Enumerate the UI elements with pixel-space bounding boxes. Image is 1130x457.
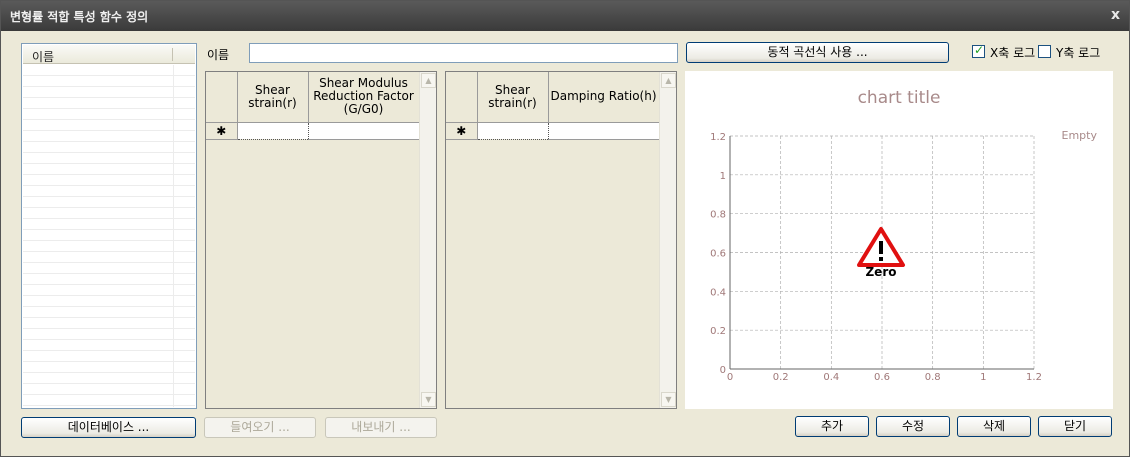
warning-exclamation-bar [879,241,883,254]
damping-strain-cell[interactable] [476,121,549,140]
x-log-check-box[interactable]: ✓ [972,43,985,58]
dynamic-curve-button[interactable]: 동적 곡선식 사용 ... [686,42,949,63]
x-tick-label: 0.8 [925,372,941,383]
warning-exclamation-dot [879,257,883,261]
name-list[interactable]: 이름 [21,43,197,409]
y-tick-label: 0.8 [710,210,726,221]
damping-ratio-header[interactable]: Damping Ratio(h) [548,72,660,123]
database-button[interactable]: 데이터베이스 ... [21,417,196,438]
x-tick-label: 1 [980,372,986,383]
title-bar[interactable]: 변형률 적합 특성 함수 정의 x [1,1,1129,31]
warning-label: Zero [865,265,896,279]
modulus-grid-scrollbar[interactable]: ▲ ▼ [419,72,436,408]
modify-button[interactable]: 수정 [876,416,950,437]
y-tick-label: 0.2 [710,326,726,337]
modulus-factor-header[interactable]: Shear Modulus Reduction Factor (G/G0) [308,72,420,123]
column-divider[interactable] [172,48,173,61]
window-title: 변형률 적합 특성 함수 정의 [10,10,149,24]
grid-corner [206,72,238,123]
chart-title: chart title [857,88,941,108]
x-tick-label: 0.6 [874,372,890,383]
x-tick-label: 0.4 [823,372,839,383]
y-tick-label: 0.6 [710,249,726,260]
add-button[interactable]: 추가 [795,416,869,437]
modulus-strain-header[interactable]: Shear strain(r) [237,72,309,123]
name-label: 이름 [207,48,230,62]
scroll-down-icon[interactable]: ▼ [661,392,676,407]
modulus-factor-cell[interactable] [308,122,420,140]
new-row-marker[interactable]: ✱ [446,122,478,140]
list-header[interactable]: 이름 [23,45,195,64]
name-input[interactable] [249,43,678,63]
new-row-marker[interactable]: ✱ [206,122,238,140]
y-log-check-box[interactable] [1038,45,1051,58]
damping-ratio-cell[interactable] [548,122,660,140]
list-header-label: 이름 [32,50,55,64]
x-tick-label: 0 [727,372,733,383]
damping-strain-header[interactable]: Shear strain(r) [477,72,549,123]
chart-empty-legend: Empty [1061,129,1097,142]
dialog-window: 변형률 적합 특성 함수 정의 x 이름 이름 동적 곡선식 사용 ... ✓ … [0,0,1130,457]
scroll-up-icon[interactable]: ▲ [421,73,436,88]
x-tick-label: 1.2 [1026,372,1042,383]
y-tick-label: 1.2 [710,132,726,143]
y-tick-label: 0 [720,365,726,376]
delete-button[interactable]: 삭제 [957,416,1031,437]
x-log-label: X축 로그 [990,46,1036,60]
damping-grid-scrollbar[interactable]: ▲ ▼ [659,72,676,408]
scroll-up-icon[interactable]: ▲ [661,73,676,88]
scroll-down-icon[interactable]: ▼ [421,392,436,407]
list-rows[interactable] [23,65,195,407]
y-tick-label: 0.4 [710,287,726,298]
check-mark-icon: ✓ [974,43,985,57]
close-icon[interactable]: x [1111,7,1120,23]
chart-plot: 0 0.2 0.4 0.6 0.8 1 1.2 0 0.2 0.4 0.6 0.8 1 1.2 Zero [710,132,1042,383]
grid-corner [446,72,478,123]
import-button[interactable]: 들여오기 ... [204,417,316,438]
modulus-strain-cell[interactable] [236,121,309,140]
modulus-grid[interactable]: Shear strain(r) Shear Modulus Reduction … [205,71,437,409]
damping-grid[interactable]: Shear strain(r) Damping Ratio(h) ✱ ▲ ▼ [445,71,677,409]
y-log-label: Y축 로그 [1056,46,1101,60]
chart-panel: 0 0.2 0.4 0.6 0.8 1 1.2 0 0.2 0.4 0.6 0.8 1 1.2 Zero c… [685,71,1113,409]
export-button[interactable]: 내보내기 ... [325,417,437,438]
close-button[interactable]: 닫기 [1038,416,1112,437]
y-tick-label: 1 [720,171,726,182]
x-tick-label: 0.2 [773,372,789,383]
